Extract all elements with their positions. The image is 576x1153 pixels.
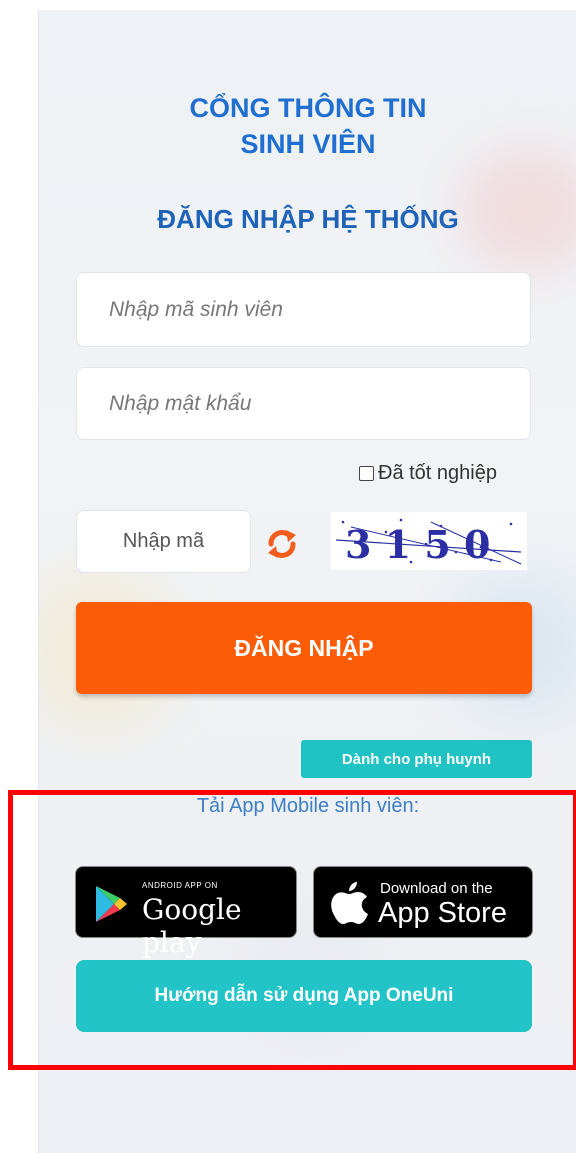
- graduated-label: Đã tốt nghiệp: [378, 462, 497, 484]
- parent-button-label: Dành cho phụ huynh: [341, 750, 492, 768]
- password-placeholder: Nhập mật khẩu: [109, 391, 252, 415]
- captcha-text: 3 1 5 0: [345, 522, 490, 567]
- login-heading: ĐĂNG NHẬP HỆ THỐNG: [157, 204, 459, 234]
- student-id-placeholder: Nhập mã sinh viên: [109, 297, 283, 321]
- highlight-frame: [8, 790, 576, 1070]
- graduated-checkbox[interactable]: [359, 466, 374, 481]
- portal-title: CỔNG THÔNG TIN SINH VIÊN: [39, 90, 576, 162]
- login-button[interactable]: ĐĂNG NHẬP: [76, 602, 532, 694]
- captcha-image: 3 1 5 0: [331, 512, 527, 570]
- captcha-placeholder: Nhập mã: [122, 530, 205, 552]
- graduated-checkbox-row[interactable]: Đã tốt nghiệp: [359, 462, 497, 485]
- password-input[interactable]: Nhập mật khẩu: [76, 367, 531, 440]
- student-id-input[interactable]: Nhập mã sinh viên: [76, 272, 531, 347]
- parent-button[interactable]: Dành cho phụ huynh: [301, 740, 532, 778]
- login-button-label: ĐĂNG NHẬP: [234, 634, 374, 661]
- portal-title-line1: CỔNG THÔNG TIN: [189, 93, 427, 123]
- refresh-icon[interactable]: [265, 528, 299, 560]
- portal-title-line2: SINH VIÊN: [240, 129, 376, 159]
- captcha-input[interactable]: Nhập mã: [76, 510, 251, 573]
